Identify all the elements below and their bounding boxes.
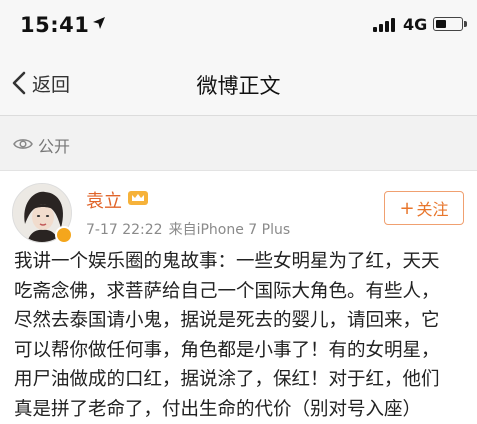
weibo-post: 袁立 7-17 22:22 来自iPhone 7 Plus + 关注 我讲一个娱乐… (0, 171, 477, 423)
status-time: 15:41 (20, 13, 89, 37)
plus-icon: + (399, 198, 414, 219)
member-crown-icon[interactable] (127, 188, 149, 206)
visibility-label: 公开 (38, 133, 70, 157)
battery-icon (433, 17, 463, 31)
battery-tip (464, 21, 467, 27)
post-meta: 7-17 22:22 来自iPhone 7 Plus (86, 219, 290, 239)
verified-badge-icon (55, 226, 73, 244)
signal-icon (373, 18, 399, 32)
post-line: 我讲一个娱乐圈的鬼故事：一些女明星为了红，天天 (14, 247, 466, 277)
follow-label: 关注 (417, 196, 449, 220)
post-line: 真是拼了老命了，付出生命的代价（别对号入座） (14, 395, 466, 424)
username[interactable]: 袁立 (86, 187, 122, 213)
status-bar: 15:41 4G (0, 0, 477, 50)
post-date: 7-17 22:22 (86, 222, 163, 238)
post-source: 来自iPhone 7 Plus (169, 222, 291, 238)
follow-button[interactable]: + 关注 (384, 191, 464, 225)
post-body: 我讲一个娱乐圈的鬼故事：一些女明星为了红，天天 吃斋念佛，求菩萨给自己一个国际大… (14, 247, 466, 424)
visibility-row: 公开 (0, 116, 477, 171)
post-line: 可以帮你做任何事，角色都是小事了！有的女明星， (14, 336, 466, 366)
page-title: 微博正文 (0, 70, 477, 100)
post-line: 尽然去泰国请小鬼，据说是死去的婴儿，请回来，它 (14, 306, 466, 336)
location-arrow-icon (92, 16, 106, 30)
nav-bar: 返回 微博正文 (0, 50, 477, 116)
post-line: 用尸油做成的口红，据说涂了，保红！对于红，他们 (14, 365, 466, 395)
network-label: 4G (403, 15, 427, 34)
post-line: 吃斋念佛，求菩萨给自己一个国际大角色。有些人， (14, 277, 466, 307)
eye-icon (13, 137, 33, 151)
